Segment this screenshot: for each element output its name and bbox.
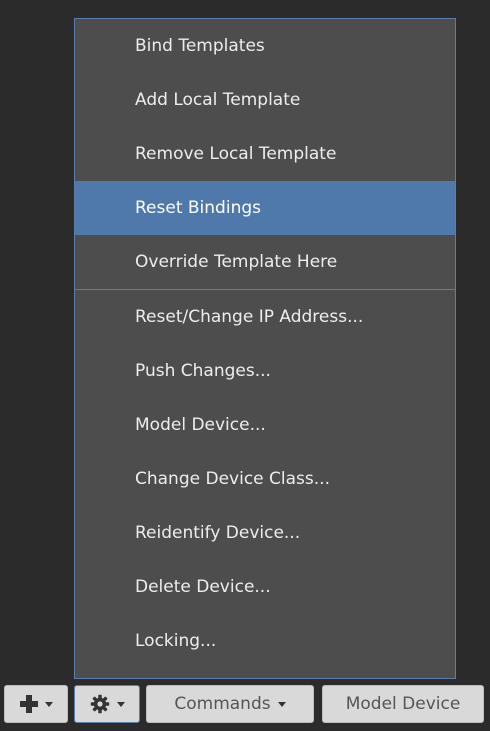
menu-item-bind-templates[interactable]: Bind Templates [75, 19, 455, 73]
menu-item-label: Locking... [135, 631, 217, 651]
menu-item-label: Delete Device... [135, 577, 271, 597]
menu-item-label: Model Device... [135, 415, 266, 435]
model-device-button[interactable]: Model Device [322, 685, 484, 723]
menu-item-reset-change-ip[interactable]: Reset/Change IP Address... [75, 290, 455, 344]
menu-item-reidentify-device[interactable]: Reidentify Device... [75, 506, 455, 560]
commands-dropdown-button[interactable]: Commands [146, 685, 314, 723]
menu-item-remove-local-template[interactable]: Remove Local Template [75, 127, 455, 181]
menu-item-label: Bind Templates [135, 36, 265, 56]
menu-item-locking[interactable]: Locking... [75, 614, 455, 668]
menu-item-override-template-here[interactable]: Override Template Here [75, 235, 455, 289]
commands-label: Commands [174, 694, 271, 714]
add-dropdown-button[interactable] [4, 685, 68, 723]
menu-item-delete-device[interactable]: Delete Device... [75, 560, 455, 614]
menu-item-label: Reidentify Device... [135, 523, 301, 543]
menu-item-add-local-template[interactable]: Add Local Template [75, 73, 455, 127]
menu-item-label: Override Template Here [135, 252, 338, 272]
chevron-down-icon [44, 701, 53, 707]
bottom-toolbar: Commands Model Device [0, 683, 490, 731]
menu-item-reset-bindings[interactable]: Reset Bindings [75, 181, 455, 235]
gear-icon [90, 694, 110, 714]
menu-item-model-device[interactable]: Model Device... [75, 398, 455, 452]
menu-item-label: Remove Local Template [135, 144, 337, 164]
context-menu: Bind Templates Add Local Template Remove… [74, 18, 456, 679]
menu-item-push-changes[interactable]: Push Changes... [75, 344, 455, 398]
model-device-label: Model Device [345, 694, 461, 714]
menu-item-label: Push Changes... [135, 361, 271, 381]
menu-item-label: Reset/Change IP Address... [135, 307, 364, 327]
menu-item-change-device-class[interactable]: Change Device Class... [75, 452, 455, 506]
settings-dropdown-button[interactable] [74, 685, 140, 723]
menu-item-label: Reset Bindings [135, 198, 261, 218]
menu-item-label: Add Local Template [135, 90, 301, 110]
menu-item-label: Change Device Class... [135, 469, 330, 489]
chevron-down-icon [277, 701, 286, 707]
app-surface: Bind Templates Add Local Template Remove… [0, 0, 490, 731]
plus-icon [19, 695, 38, 713]
chevron-down-icon [116, 701, 125, 707]
